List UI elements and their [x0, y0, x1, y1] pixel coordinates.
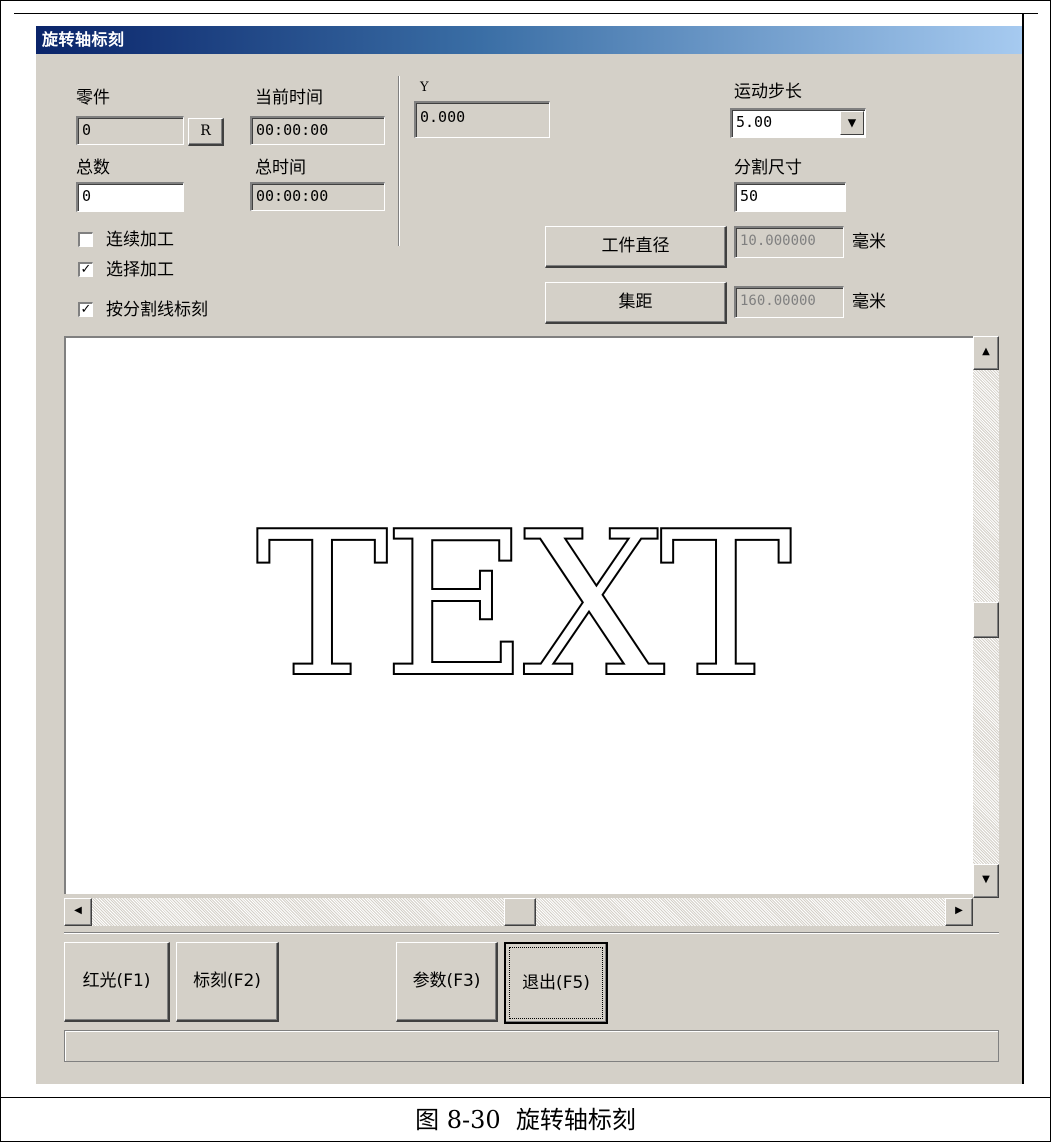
red-light-button[interactable]: 红光(F1)	[64, 942, 170, 1022]
current-time-field: 00:00:00	[250, 116, 385, 145]
continuous-process-checkbox[interactable]	[78, 232, 93, 247]
split-size-field[interactable]: 50	[734, 182, 846, 212]
vertical-separator	[398, 76, 400, 246]
select-process-checkbox[interactable]: ✓	[78, 262, 93, 277]
split-size-label: 分割尺寸	[734, 158, 802, 178]
part-count-field: 0	[76, 116, 184, 145]
figure-caption: 图 8-30 旋转轴标刻	[415, 1106, 636, 1134]
workpiece-diameter-button[interactable]: 工件直径	[545, 226, 727, 268]
parameters-button[interactable]: 参数(F3)	[396, 942, 498, 1022]
frame-top-rule	[14, 13, 1038, 14]
frame-caption-rule	[0, 1097, 1051, 1098]
focal-distance-field: 160.00000	[734, 286, 844, 318]
horizontal-scroll-thumb[interactable]	[504, 898, 536, 926]
current-time-label: 当前时间	[255, 88, 323, 108]
dropdown-arrow-icon[interactable]: ▼	[840, 111, 864, 135]
select-process-label: 选择加工	[106, 260, 174, 280]
vertical-scroll-thumb[interactable]	[973, 602, 999, 638]
total-count-field[interactable]: 0	[76, 182, 184, 212]
toolbar-separator	[64, 932, 999, 934]
right-edge-line	[1022, 14, 1024, 1084]
y-axis-label: Y	[420, 80, 429, 95]
part-label: 零件	[76, 88, 110, 108]
mark-button[interactable]: 标刻(F2)	[176, 942, 279, 1022]
title-bar: 旋转轴标刻	[36, 26, 1022, 54]
preview-canvas[interactable]: TEXT	[64, 336, 973, 894]
exit-button[interactable]: 退出(F5)	[504, 942, 608, 1024]
scroll-left-arrow-icon[interactable]: ◀	[64, 898, 92, 926]
diameter-unit-label: 毫米	[852, 232, 886, 252]
status-bar	[64, 1030, 999, 1062]
continuous-process-label: 连续加工	[106, 230, 174, 250]
y-position-field: 0.000	[414, 101, 550, 138]
vertical-scrollbar[interactable]: ▲ ▼	[973, 336, 999, 898]
total-label: 总数	[76, 158, 110, 178]
preview-text-outline: TEXT	[254, 489, 793, 722]
scroll-up-arrow-icon[interactable]: ▲	[973, 336, 999, 370]
total-time-field: 00:00:00	[250, 182, 385, 211]
reset-button[interactable]: R	[188, 118, 224, 146]
focal-unit-label: 毫米	[852, 292, 886, 312]
total-time-label: 总时间	[255, 158, 306, 178]
motion-step-select[interactable]: 5.00 ▼	[730, 108, 866, 138]
motion-step-label: 运动步长	[734, 82, 802, 102]
split-line-mark-label: 按分割线标刻	[106, 300, 208, 320]
horizontal-scrollbar[interactable]: ◀ ▶	[64, 898, 973, 926]
scroll-right-arrow-icon[interactable]: ▶	[945, 898, 973, 926]
motion-step-value: 5.00	[736, 113, 773, 131]
scroll-down-arrow-icon[interactable]: ▼	[973, 864, 999, 898]
workpiece-diameter-field: 10.000000	[734, 226, 844, 258]
split-line-mark-checkbox[interactable]: ✓	[78, 302, 93, 317]
focal-distance-button[interactable]: 集距	[545, 282, 727, 324]
